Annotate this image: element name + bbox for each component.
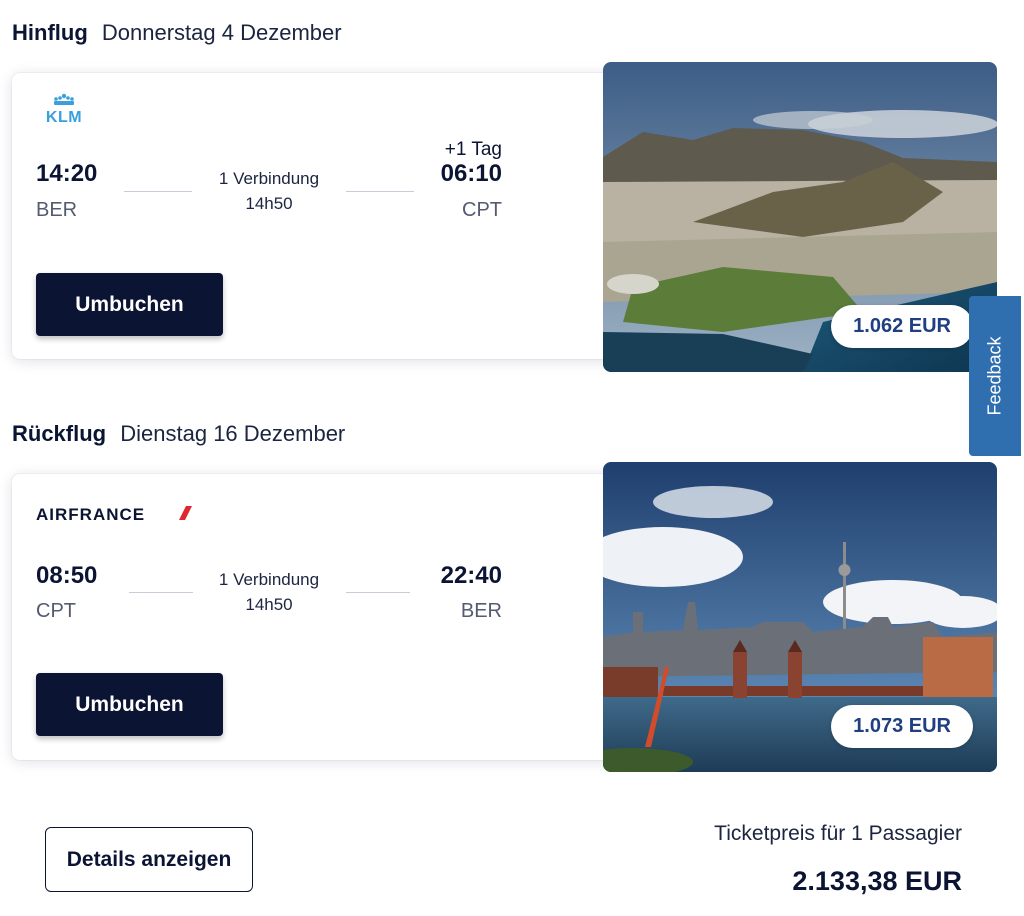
connection-count: 1 Verbindung (218, 570, 320, 589)
details-button[interactable]: Details anzeigen (45, 827, 253, 892)
return-date: Dienstag 16 Dezember (120, 421, 346, 446)
arrival-airport: BER (460, 600, 502, 622)
rebook-return-button[interactable]: Umbuchen (36, 673, 223, 736)
return-heading: Rückflug Dienstag 16 Dezember (12, 421, 345, 447)
airfrance-logo: AIRFRANCE (36, 502, 206, 531)
connection-count: 1 Verbindung (218, 169, 320, 188)
svg-text:AIRFRANCE: AIRFRANCE (36, 505, 145, 524)
connection-info: 1 Verbindung 14h50 (189, 567, 349, 617)
klm-logo: KLM (36, 93, 92, 130)
route-line-right (346, 191, 414, 192)
ticket-price-label: Ticketpreis für 1 Passagier (714, 822, 962, 845)
return-flight-card: AIRFRANCE 08:50 CPT 1 Verbindung 14h50 2… (12, 474, 630, 760)
route-line-right (346, 592, 410, 593)
outbound-heading: Hinflug Donnerstag 4 Dezember (12, 20, 342, 46)
route-line-left (129, 592, 193, 593)
connection-info: 1 Verbindung 14h50 (189, 166, 349, 216)
feedback-label: Feedback (984, 336, 1005, 416)
feedback-tab[interactable]: Feedback (969, 296, 1021, 456)
departure-time: 08:50 (36, 562, 98, 589)
departure-airport: CPT (36, 600, 76, 622)
arrival-airport: CPT (462, 199, 502, 221)
rebook-outbound-button[interactable]: Umbuchen (36, 273, 223, 336)
arrival-time: 06:10 (440, 160, 502, 187)
arrival-time: 22:40 (440, 562, 502, 589)
flight-duration: 14h50 (245, 194, 293, 213)
next-day-badge: +1 Tag (444, 139, 502, 160)
route-line-left (124, 191, 192, 192)
berlin-photo: 1.073 EUR (603, 462, 997, 772)
departure-airport: BER (36, 199, 78, 221)
outbound-label: Hinflug (12, 20, 88, 45)
outbound-flight-card: KLM 14:20 BER 1 Verbindung 14h50 +1 Tag … (12, 73, 630, 359)
cape-town-photo: 1.062 EUR (603, 62, 997, 372)
departure-time: 14:20 (36, 160, 98, 187)
return-price: 1.073 EUR (831, 705, 973, 748)
return-label: Rückflug (12, 421, 107, 446)
outbound-date: Donnerstag 4 Dezember (101, 20, 342, 45)
flight-duration: 14h50 (245, 595, 293, 614)
ticket-price-total: 2.133,38 EUR (792, 866, 962, 896)
outbound-price: 1.062 EUR (831, 305, 973, 348)
svg-text:KLM: KLM (46, 109, 82, 125)
